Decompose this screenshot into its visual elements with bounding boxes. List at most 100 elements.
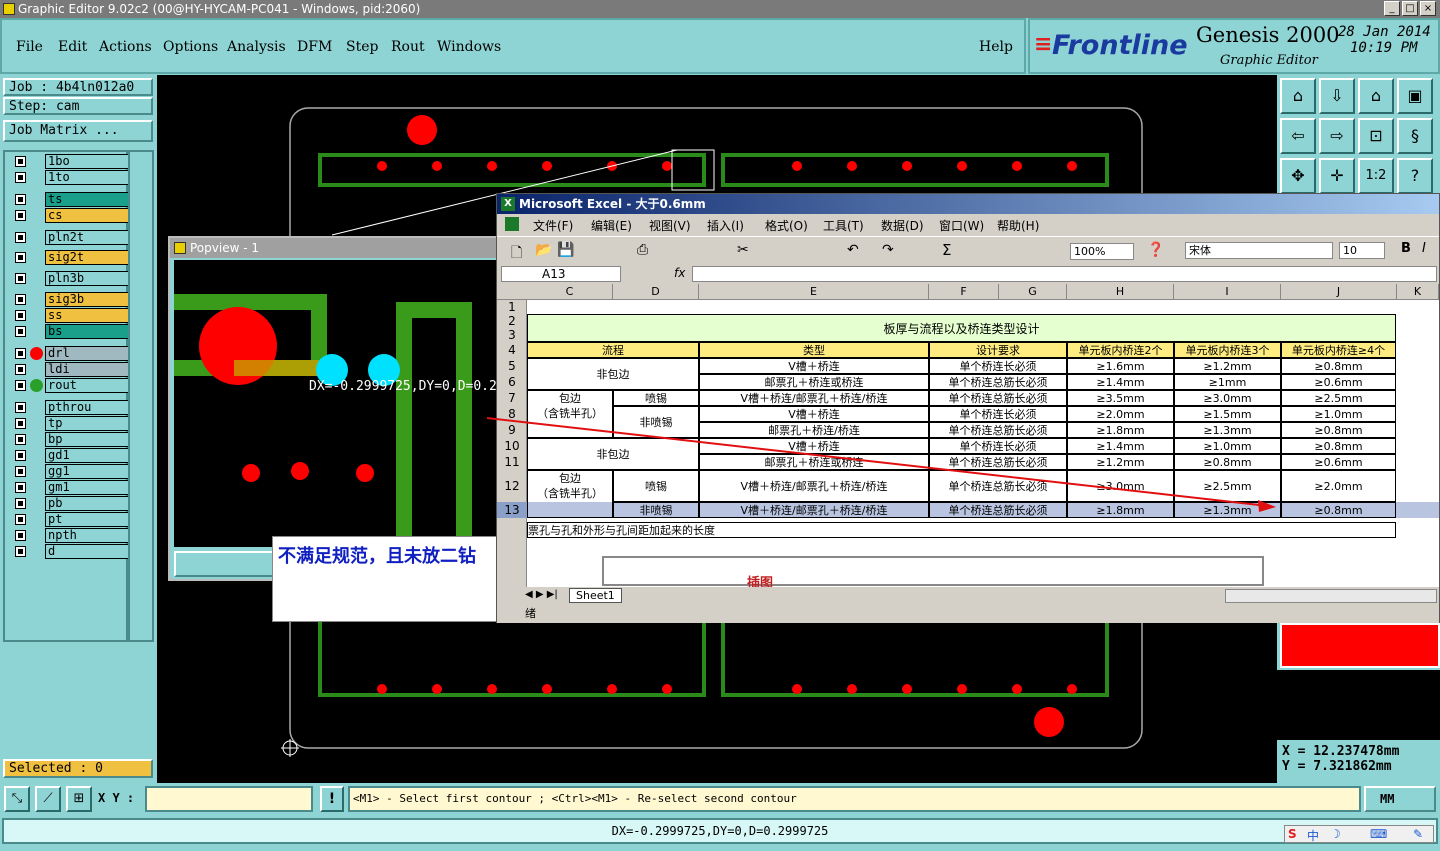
excel-title-bar[interactable]: X Microsoft Excel - 大于0.6mm: [497, 194, 1439, 214]
table-cell[interactable]: 单个桥连长必须: [929, 358, 1067, 374]
font-select[interactable]: 宋体: [1185, 242, 1333, 259]
row-header[interactable]: 9: [497, 422, 527, 438]
layer-row-sig3b[interactable]: sig3b: [13, 292, 129, 307]
fontsize-select[interactable]: 10: [1339, 242, 1385, 259]
cut-icon[interactable]: ✂: [737, 242, 749, 258]
table-cell[interactable]: V槽＋桥连/邮票孔＋桥连/桥连: [699, 470, 929, 502]
layer-name[interactable]: npth: [45, 528, 129, 543]
table-cell[interactable]: ≥1.3mm: [1174, 422, 1281, 438]
tool-pan-left-icon[interactable]: ⇦: [1280, 118, 1316, 154]
row-header[interactable]: 7: [497, 390, 527, 406]
excel-menu-item[interactable]: 视图(V): [649, 217, 691, 234]
table-cell[interactable]: ≥1.5mm: [1174, 406, 1281, 422]
layer-checkbox[interactable]: [15, 326, 26, 337]
table-cell[interactable]: 邮票孔＋桥连或桥连: [699, 454, 929, 470]
column-header[interactable]: K: [1397, 284, 1439, 300]
table-cell[interactable]: V槽＋桥连: [699, 406, 929, 422]
table-cell[interactable]: ≥0.8mm: [1281, 358, 1396, 374]
layer-name[interactable]: pb: [45, 496, 129, 511]
job-matrix-button[interactable]: Job Matrix ...: [3, 120, 153, 142]
excel-menu-item[interactable]: 格式(O): [765, 217, 808, 234]
menu-rout[interactable]: Rout: [391, 39, 425, 55]
table-cell[interactable]: ≥1.6mm: [1067, 358, 1174, 374]
layer-row-pthrou[interactable]: pthrou: [13, 400, 129, 415]
minimize-button[interactable]: _: [1384, 1, 1400, 16]
table-cell[interactable]: ≥0.6mm: [1281, 454, 1396, 470]
layer-checkbox[interactable]: [15, 172, 26, 183]
help-icon[interactable]: ❓: [1147, 242, 1164, 258]
layer-row-gd1[interactable]: gd1: [13, 448, 129, 463]
row-header[interactable]: 3: [497, 328, 527, 342]
layer-name[interactable]: gd1: [45, 448, 129, 463]
layer-name[interactable]: pln3b: [45, 271, 129, 286]
column-header[interactable]: E: [699, 284, 929, 300]
menu-analysis[interactable]: Analysis: [227, 39, 286, 55]
undo-icon[interactable]: ↶: [847, 242, 859, 258]
row-header[interactable]: 2: [497, 314, 527, 328]
ime-toolbar[interactable]: S 中 ☽ ⌨ ✎: [1284, 825, 1434, 843]
table-cell[interactable]: 非包边: [527, 358, 699, 390]
layer-name[interactable]: 1to: [45, 170, 129, 185]
inserted-picture[interactable]: [602, 556, 1264, 586]
layer-row-rout[interactable]: rout: [13, 378, 129, 393]
formula-input[interactable]: [692, 266, 1437, 282]
layer-checkbox[interactable]: [15, 310, 26, 321]
row-header[interactable]: 12: [497, 470, 527, 502]
units-selector[interactable]: MM: [1364, 786, 1436, 812]
layer-checkbox[interactable]: [15, 210, 26, 221]
layer-checkbox[interactable]: [15, 418, 26, 429]
layer-row-gg1[interactable]: gg1: [13, 464, 129, 479]
table-cell[interactable]: 流程: [527, 342, 699, 358]
layer-row-d[interactable]: d: [13, 544, 129, 559]
table-cell[interactable]: ≥0.6mm: [1281, 374, 1396, 390]
layer-name[interactable]: tp: [45, 416, 129, 431]
layer-name[interactable]: ss: [45, 308, 129, 323]
layer-name[interactable]: ldi: [45, 362, 129, 377]
table-cell[interactable]: ≥3.5mm: [1067, 390, 1174, 406]
table-cell-merged[interactable]: 包边 （含铣半孔）: [527, 390, 613, 438]
menu-help[interactable]: Help: [979, 39, 1013, 55]
table-cell[interactable]: 单个桥连长必须: [929, 438, 1067, 454]
layer-checkbox[interactable]: [15, 194, 26, 205]
row-header[interactable]: 8: [497, 406, 527, 422]
table-cell[interactable]: ≥1.2mm: [1174, 358, 1281, 374]
layer-checkbox[interactable]: [15, 232, 26, 243]
note-cell[interactable]: 票孔与孔和外形与孔间距加起来的长度: [527, 522, 1396, 538]
moon-icon[interactable]: ☽: [1330, 827, 1341, 841]
layer-row-pln2t[interactable]: pln2t: [13, 230, 129, 245]
layer-row-sig2t[interactable]: sig2t: [13, 250, 129, 265]
row-header[interactable]: 1: [497, 300, 527, 314]
layer-checkbox[interactable]: [15, 546, 26, 557]
excel-menu-item[interactable]: 窗口(W): [939, 217, 984, 234]
table-cell[interactable]: ≥1.2mm: [1067, 454, 1174, 470]
bold-button[interactable]: B: [1401, 241, 1411, 256]
tool-zoom-fit-icon[interactable]: ✥: [1280, 158, 1316, 194]
maximize-button[interactable]: □: [1402, 1, 1418, 16]
table-cell[interactable]: 单个桥连总筋长必须: [929, 454, 1067, 470]
grid-tool-icon[interactable]: ⊞: [66, 786, 92, 812]
layer-row-pt[interactable]: pt: [13, 512, 129, 527]
alert-icon[interactable]: !: [320, 786, 344, 812]
row-header[interactable]: 6: [497, 374, 527, 390]
menu-step[interactable]: Step: [346, 39, 378, 55]
excel-menu-item[interactable]: 数据(D): [881, 217, 924, 234]
menu-edit[interactable]: Edit: [58, 39, 87, 55]
menu-actions[interactable]: Actions: [99, 39, 152, 55]
column-header[interactable]: G: [999, 284, 1067, 300]
table-cell[interactable]: ≥1.3mm: [1174, 502, 1281, 518]
table-cell[interactable]: ≥0.8mm: [1281, 422, 1396, 438]
table-cell[interactable]: ≥0.8mm: [1174, 454, 1281, 470]
excel-menu-item[interactable]: 帮助(H): [997, 217, 1039, 234]
table-cell[interactable]: ≥2.5mm: [1174, 470, 1281, 502]
layer-checkbox[interactable]: [15, 514, 26, 525]
table-cell[interactable]: 非喷锡: [613, 502, 699, 518]
tool-fit-icon[interactable]: ⊡: [1358, 118, 1394, 154]
table-cell[interactable]: 单个桥连总筋长必须: [929, 390, 1067, 406]
layer-name[interactable]: drl: [45, 346, 129, 361]
save-icon[interactable]: 💾: [557, 242, 574, 258]
table-cell[interactable]: V槽＋桥连: [699, 438, 929, 454]
table-cell[interactable]: 非喷锡: [613, 406, 699, 438]
open-icon[interactable]: 📂: [535, 242, 552, 258]
table-cell[interactable]: 单个桥连总筋长必须: [929, 502, 1067, 518]
settings-icon[interactable]: ✎: [1413, 827, 1423, 841]
